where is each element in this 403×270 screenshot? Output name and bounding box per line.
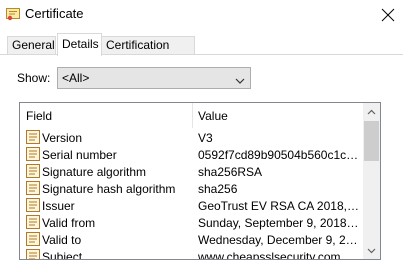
list-item[interactable]: Valid from Sunday, September 9, 2018 8..… [20, 214, 363, 231]
field-value: Wednesday, December 9, 202... [198, 233, 361, 247]
field-value: www.cheapsslsecurity.com, IT... [198, 250, 361, 260]
field-value: sha256 [198, 182, 238, 196]
field-icon [25, 214, 41, 230]
close-icon [381, 8, 395, 22]
field-value: V3 [198, 131, 213, 145]
field-value: sha256RSA [198, 165, 263, 179]
scroll-down-button[interactable] [363, 242, 380, 259]
chevron-down-icon [235, 74, 245, 88]
field-name: Signature hash algorithm [42, 182, 176, 196]
column-header-field[interactable]: Field [26, 109, 52, 123]
list-header: Field Value [20, 103, 380, 128]
tab-strip: General Details Certification Path [0, 33, 403, 69]
show-dropdown[interactable]: <All> [57, 67, 251, 89]
field-name: Serial number [42, 148, 117, 162]
column-divider[interactable] [192, 103, 193, 128]
scroll-up-button[interactable] [363, 103, 380, 120]
certificate-icon [6, 8, 20, 21]
field-icon [25, 248, 41, 259]
chevron-up-icon [367, 109, 376, 115]
column-header-value[interactable]: Value [198, 109, 228, 123]
field-icon [25, 180, 41, 196]
tab-certification-path[interactable]: Certification Path [101, 36, 195, 69]
field-name: Issuer [42, 199, 75, 213]
field-icon [25, 231, 41, 247]
list-item[interactable]: Signature algorithm sha256RSA [20, 163, 363, 180]
list-item[interactable]: Issuer GeoTrust EV RSA CA 2018, w... [20, 197, 363, 214]
tab-general[interactable]: General [7, 36, 56, 55]
list-item[interactable]: Valid to Wednesday, December 9, 202... [20, 231, 363, 248]
window-title: Certificate [25, 6, 84, 21]
fields-list[interactable]: Field Value Version V3 Serial number 059… [19, 102, 381, 260]
field-value: 0592f7cd89b90504b560c1c76... [198, 148, 361, 162]
field-icon [25, 129, 41, 145]
field-value: Sunday, September 9, 2018 8... [198, 216, 361, 230]
chevron-down-icon [367, 248, 376, 254]
list-rows: Version V3 Serial number 0592f7cd89b9050… [20, 129, 363, 260]
close-button[interactable] [373, 0, 403, 30]
field-name: Version [42, 131, 83, 145]
list-item[interactable]: Signature hash algorithm sha256 [20, 180, 363, 197]
field-icon [25, 146, 41, 162]
title-bar: Certificate [0, 0, 403, 30]
field-icon [25, 197, 41, 213]
scroll-thumb[interactable] [364, 121, 379, 161]
vertical-scrollbar[interactable] [363, 103, 380, 259]
show-label: Show: [17, 71, 51, 85]
field-name: Signature algorithm [42, 165, 147, 179]
show-dropdown-value: <All> [62, 71, 90, 85]
field-icon [25, 163, 41, 179]
field-name: Valid to [42, 233, 82, 247]
list-item[interactable]: Subject www.cheapsslsecurity.com, IT... [20, 248, 363, 260]
field-name: Subject [42, 250, 83, 260]
list-item[interactable]: Serial number 0592f7cd89b90504b560c1c76.… [20, 146, 363, 163]
field-name: Valid from [42, 216, 96, 230]
field-value: GeoTrust EV RSA CA 2018, w... [198, 199, 361, 213]
list-item[interactable]: Version V3 [20, 129, 363, 146]
tab-details[interactable]: Details [57, 33, 102, 56]
